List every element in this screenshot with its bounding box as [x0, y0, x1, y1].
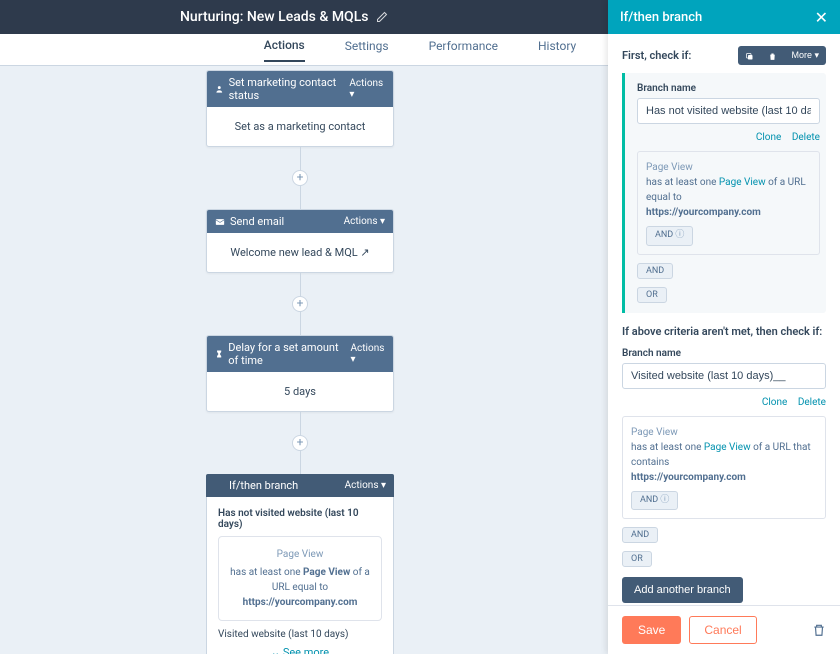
- mail-icon: [215, 217, 225, 227]
- tab-history[interactable]: History: [538, 39, 576, 61]
- save-button[interactable]: Save: [622, 616, 681, 644]
- criteria-box: Page View has at least one Page View of …: [218, 536, 382, 621]
- side-panel: If/then branch ✕ First, check if: More ▾…: [608, 0, 840, 654]
- criteria-box[interactable]: Page View has at least one Page View of …: [637, 151, 820, 255]
- pencil-icon[interactable]: [376, 9, 388, 25]
- clone-link[interactable]: Clone: [756, 132, 781, 143]
- node-contact-status[interactable]: Set marketing contact status Actions ▾ S…: [206, 70, 394, 147]
- see-more-link[interactable]: ⌄ See more: [218, 646, 382, 654]
- branch-name-input[interactable]: [637, 98, 820, 124]
- copy-button[interactable]: [738, 46, 761, 65]
- and-pill[interactable]: AND: [631, 491, 678, 511]
- more-button[interactable]: More ▾: [784, 46, 826, 65]
- node-if-then-branch[interactable]: If/then branch Actions ▾ Has not visited…: [206, 474, 394, 654]
- tab-performance[interactable]: Performance: [429, 39, 498, 61]
- branch-icon: [214, 481, 224, 491]
- person-icon: [215, 84, 224, 94]
- node-actions-menu[interactable]: Actions ▾: [345, 480, 386, 491]
- and-pill[interactable]: AND: [637, 263, 673, 279]
- branch-name-input[interactable]: [622, 363, 826, 389]
- close-icon[interactable]: ✕: [815, 8, 828, 27]
- add-step-button[interactable]: +: [292, 170, 308, 186]
- workflow-title: Nurturing: New Leads & MQLs: [180, 9, 368, 25]
- branch-condition-a: Has not visited website (last 10 days): [218, 508, 382, 530]
- node-body-text: 5 days: [207, 372, 393, 411]
- branch-condition-b: Visited website (last 10 days): [218, 629, 382, 640]
- delete-link[interactable]: Delete: [798, 397, 826, 408]
- cancel-button[interactable]: Cancel: [689, 616, 756, 644]
- add-step-button[interactable]: +: [292, 435, 308, 451]
- criteria-box[interactable]: Page View has at least one Page View of …: [622, 416, 826, 520]
- panel-header: If/then branch ✕: [608, 0, 840, 34]
- panel-title: If/then branch: [620, 10, 702, 25]
- node-actions-menu[interactable]: Actions ▾: [351, 343, 385, 365]
- and-pill[interactable]: AND: [646, 226, 693, 246]
- or-pill[interactable]: OR: [622, 551, 652, 567]
- trash-icon[interactable]: [812, 622, 826, 638]
- panel-toolbar: More ▾: [738, 46, 826, 65]
- clone-link[interactable]: Clone: [762, 397, 787, 408]
- tab-settings[interactable]: Settings: [345, 39, 389, 61]
- add-another-branch-button[interactable]: Add another branch: [622, 577, 743, 603]
- add-step-button[interactable]: +: [292, 296, 308, 312]
- branch-name-label: Branch name: [622, 348, 826, 359]
- workflow-canvas[interactable]: Set marketing contact status Actions ▾ S…: [0, 66, 600, 654]
- email-link[interactable]: Welcome new lead & MQL ↗: [207, 233, 393, 272]
- branch-1: Branch name Clone Delete Page View has a…: [622, 73, 826, 313]
- tab-actions[interactable]: Actions: [264, 38, 305, 62]
- node-actions-menu[interactable]: Actions ▾: [349, 78, 385, 100]
- or-pill[interactable]: OR: [637, 287, 667, 303]
- delete-link[interactable]: Delete: [792, 132, 820, 143]
- copy-icon: [745, 52, 754, 61]
- node-send-email[interactable]: Send email Actions ▾ Welcome new lead & …: [206, 209, 394, 273]
- node-actions-menu[interactable]: Actions ▾: [344, 216, 385, 227]
- branch-2: Branch name Clone Delete Page View has a…: [622, 348, 826, 578]
- and-pill[interactable]: AND: [622, 527, 658, 543]
- branch-name-label: Branch name: [637, 83, 820, 94]
- secondary-label: If above criteria aren't met, then check…: [622, 325, 826, 338]
- check-if-label: First, check if:: [622, 49, 691, 62]
- hourglass-icon: [215, 349, 223, 359]
- node-delay[interactable]: Delay for a set amount of time Actions ▾…: [206, 335, 394, 412]
- panel-footer: Save Cancel: [608, 605, 840, 654]
- node-body-text: Set as a marketing contact: [207, 107, 393, 146]
- delete-button[interactable]: [761, 46, 784, 65]
- trash-icon: [768, 52, 777, 61]
